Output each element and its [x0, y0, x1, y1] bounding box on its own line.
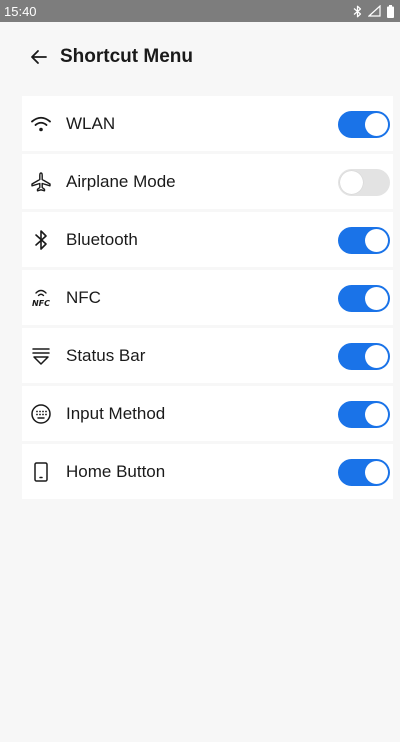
item-label-home-button: Home Button	[66, 461, 166, 481]
toggle-knob	[365, 286, 388, 310]
status-bar-icon	[28, 343, 54, 369]
status-icons	[353, 4, 394, 18]
toggle-knob	[365, 402, 388, 426]
list-item-status-bar: Status Bar	[22, 328, 393, 383]
shortcut-list: WLAN Airplane Mode Bluetooth NFC NFC Sta…	[22, 96, 393, 502]
item-label-bluetooth: Bluetooth	[66, 229, 138, 249]
item-label-nfc: NFC	[66, 287, 101, 307]
page-title: Shortcut Menu	[60, 46, 193, 67]
list-item-nfc: NFC NFC	[22, 270, 393, 325]
wifi-icon	[28, 111, 54, 137]
nfc-icon: NFC	[28, 285, 54, 311]
signal-icon	[368, 5, 381, 17]
airplane-icon	[28, 169, 54, 195]
list-item-wlan: WLAN	[22, 96, 393, 151]
list-item-input-method: Input Method	[22, 386, 393, 441]
status-bar-toggle[interactable]	[338, 342, 390, 370]
list-item-home-button: Home Button	[22, 444, 393, 499]
toggle-knob	[365, 460, 388, 484]
item-label-input-method: Input Method	[66, 403, 166, 423]
airplane-mode-toggle[interactable]	[338, 168, 390, 196]
toggle-knob	[340, 170, 363, 194]
toggle-knob	[365, 344, 388, 368]
bluetooth-toggle[interactable]	[338, 226, 390, 254]
keyboard-icon	[28, 401, 54, 427]
arrow-left-icon[interactable]	[28, 46, 50, 68]
item-label-wlan: WLAN	[66, 113, 116, 133]
header: Shortcut Menu	[0, 22, 400, 92]
list-item-airplane-mode: Airplane Mode	[22, 154, 393, 209]
status-time: 15:40	[4, 3, 37, 19]
svg-text:NFC: NFC	[32, 299, 50, 308]
item-label-status-bar: Status Bar	[66, 345, 146, 365]
item-label-airplane-mode: Airplane Mode	[66, 171, 176, 191]
status-bar: 15:40	[0, 0, 400, 22]
list-item-bluetooth: Bluetooth	[22, 212, 393, 267]
wlan-toggle[interactable]	[338, 110, 390, 138]
input-method-toggle[interactable]	[338, 400, 390, 428]
nfc-toggle[interactable]	[338, 284, 390, 312]
bluetooth-icon	[28, 227, 54, 253]
battery-icon	[387, 4, 394, 18]
phone-icon	[28, 459, 54, 485]
bluetooth-icon	[353, 5, 362, 18]
home-button-toggle[interactable]	[338, 458, 390, 486]
toggle-knob	[365, 228, 388, 252]
toggle-knob	[365, 112, 388, 136]
